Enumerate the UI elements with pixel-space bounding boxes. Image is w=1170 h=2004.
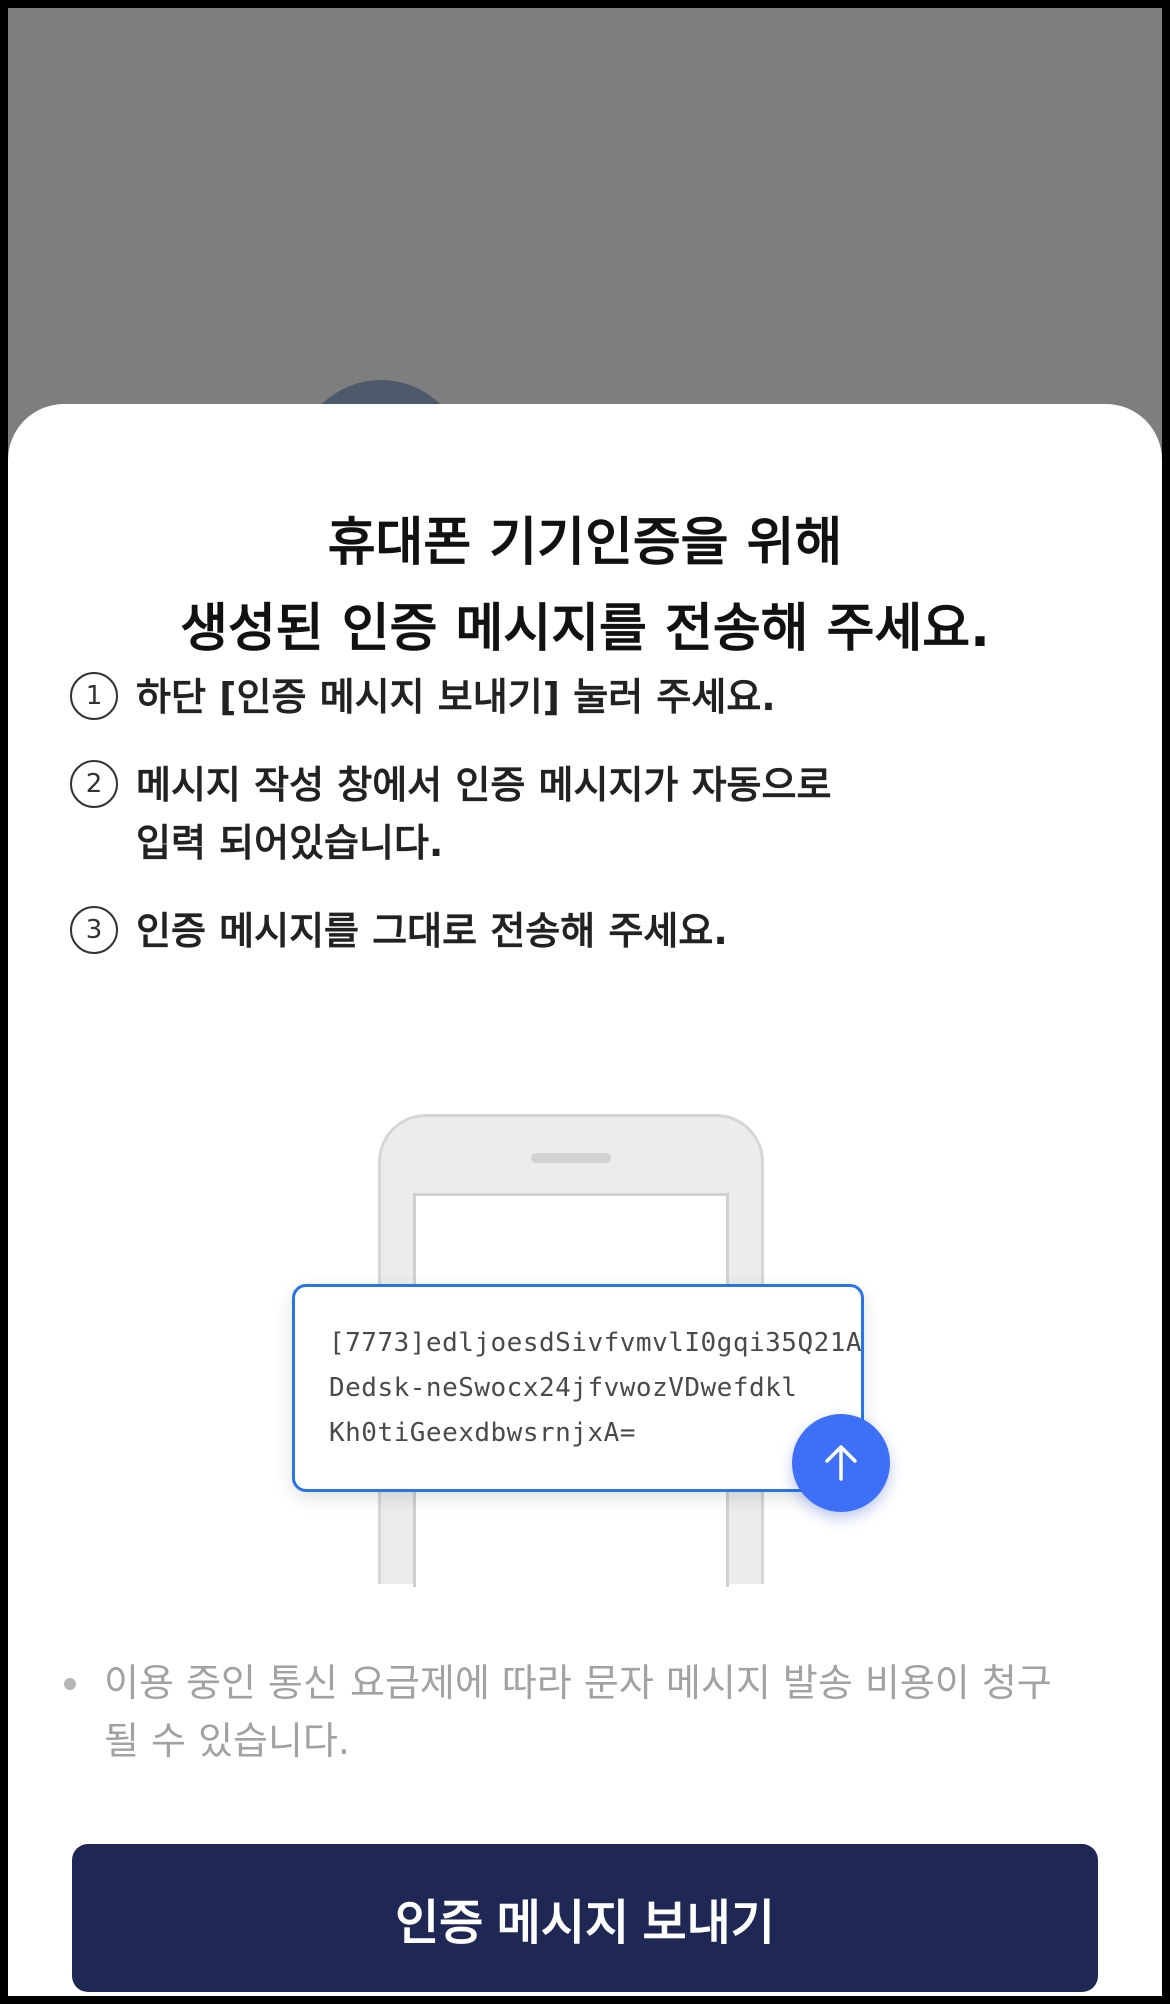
step-2-line1: 메시지 작성 창에서 인증 메시지가 자동으로 [136,763,832,807]
step-2: 2 메시지 작성 창에서 인증 메시지가 자동으로 입력 되어있습니다. [70,756,831,872]
step-2-text: 메시지 작성 창에서 인증 메시지가 자동으로 입력 되어있습니다. [136,756,831,872]
auth-message-preview: [7773]edljoesdSivfvmvlI0gqi35Q21A Dedsk-… [292,1284,864,1492]
step-3-text: 인증 메시지를 그대로 전송해 주세요. [136,902,728,960]
send-illustration-button [792,1414,890,1512]
modal-title-line2: 생성된 인증 메시지를 전송해 주세요. [180,599,990,659]
arrow-up-icon [825,1445,857,1481]
bullet-dot [64,1678,76,1690]
billing-notice-line2: 될 수 있습니다. [104,1719,350,1763]
step-1-text: 하단 [인증 메시지 보내기] 눌러 주세요. [136,668,776,726]
phone-speaker [531,1153,611,1163]
screen-frame: 휴대폰 기기인증을 위해 생성된 인증 메시지를 전송해 주세요. 1 하단 [… [8,8,1162,1996]
step-number-3: 3 [70,906,118,954]
billing-notice: 이용 중인 통신 요금제에 따라 문자 메시지 발송 비용이 청구 될 수 있습… [64,1654,1114,1770]
step-3: 3 인증 메시지를 그대로 전송해 주세요. [70,902,728,960]
step-number-2: 2 [70,760,118,808]
auth-message-line1: [7773]edljoesdSivfvmvlI0gqi35Q21A [329,1328,863,1358]
auth-message-line3: Kh0tiGeexdbwsrnjxA= [329,1418,636,1448]
modal-title: 휴대폰 기기인증을 위해 생성된 인증 메시지를 전송해 주세요. [8,500,1162,672]
step-2-line2: 입력 되어있습니다. [136,821,444,865]
modal-title-line1: 휴대폰 기기인증을 위해 [327,513,843,573]
bottom-sheet-modal: 휴대폰 기기인증을 위해 생성된 인증 메시지를 전송해 주세요. 1 하단 [… [8,404,1162,1996]
step-1: 1 하단 [인증 메시지 보내기] 눌러 주세요. [70,668,776,726]
auth-message-text: [7773]edljoesdSivfvmvlI0gqi35Q21A Dedsk-… [329,1321,863,1456]
send-auth-message-button[interactable]: 인증 메시지 보내기 [72,1844,1098,1992]
billing-notice-text: 이용 중인 통신 요금제에 따라 문자 메시지 발송 비용이 청구 될 수 있습… [104,1654,1052,1770]
billing-notice-line1: 이용 중인 통신 요금제에 따라 문자 메시지 발송 비용이 청구 [104,1661,1052,1705]
auth-message-line2: Dedsk-neSwocx24jfvwozVDwefdkl [329,1373,798,1403]
step-1-line1: 하단 [인증 메시지 보내기] 눌러 주세요. [136,675,776,719]
step-3-line1: 인증 메시지를 그대로 전송해 주세요. [136,909,728,953]
step-number-1: 1 [70,672,118,720]
